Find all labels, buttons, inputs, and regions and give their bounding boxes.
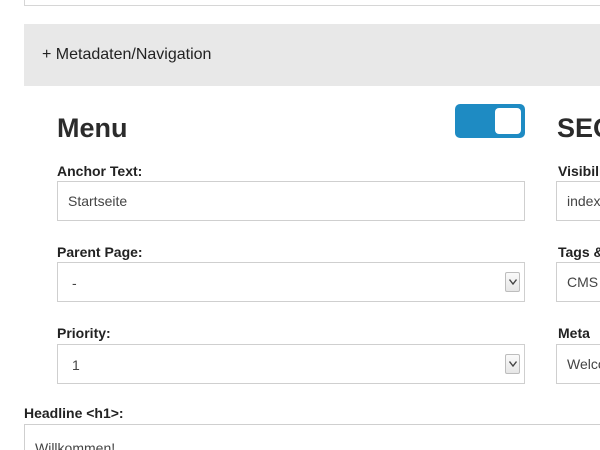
parent-page-label: Parent Page: (57, 244, 143, 260)
visibility-label: Visibility: (558, 163, 600, 179)
headline-label: Headline <h1>: (24, 405, 124, 421)
anchor-text-label: Anchor Text: (57, 163, 143, 179)
parent-page-value: - (72, 275, 77, 291)
priority-label: Priority: (57, 325, 111, 341)
previous-section-box (24, 0, 600, 6)
switch-knob (495, 108, 521, 134)
metadata-navigation-bar[interactable]: + Metadaten/Navigation (24, 24, 600, 86)
metadata-navigation-toggle[interactable]: + Metadaten/Navigation (42, 46, 211, 64)
tags-input[interactable] (556, 262, 600, 302)
meta-description-input[interactable] (556, 344, 600, 384)
seo-section-title: SEO (557, 113, 600, 143)
menu-section-title: Menu (57, 113, 128, 143)
priority-value: 1 (72, 357, 80, 373)
headline-input[interactable] (24, 424, 600, 450)
chevron-down-icon[interactable] (505, 354, 520, 374)
anchor-text-input[interactable] (57, 181, 525, 221)
menu-enable-switch[interactable] (455, 104, 525, 138)
parent-page-select[interactable]: - (57, 262, 525, 302)
seo-section: SEO Visibility: Tags & Keywords: Meta De… (548, 0, 600, 450)
visibility-input[interactable] (556, 181, 600, 221)
chevron-down-icon[interactable] (505, 272, 520, 292)
priority-select[interactable]: 1 (57, 344, 525, 384)
